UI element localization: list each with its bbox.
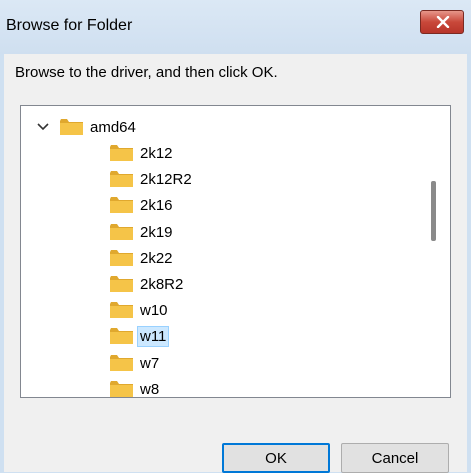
tree-node-w10[interactable]: w10	[109, 299, 170, 321]
tree-node-label: 2k19	[140, 223, 173, 241]
tree-node-w11[interactable]: w11	[109, 325, 170, 347]
tree-node-label: amd64	[90, 118, 136, 136]
chevron-down-icon[interactable]	[37, 123, 49, 131]
title-bar[interactable]: Browse for Folder	[0, 0, 471, 54]
folder-icon	[109, 275, 134, 293]
close-icon	[436, 16, 450, 28]
close-button[interactable]	[420, 10, 464, 34]
tree-node-label: w10	[140, 301, 168, 319]
folder-icon	[109, 196, 134, 214]
tree-node-amd64[interactable]: amd64	[37, 116, 138, 138]
vertical-scrollbar-thumb[interactable]	[431, 181, 436, 241]
tree-node-label: w8	[140, 380, 160, 398]
folder-icon	[109, 380, 134, 397]
folder-icon	[109, 354, 134, 372]
folder-icon	[109, 144, 134, 162]
tree-node-2k22[interactable]: 2k22	[109, 247, 175, 269]
tree-node-label: w11	[136, 325, 170, 347]
folder-icon	[109, 327, 134, 345]
tree-node-label: 2k12	[140, 144, 173, 162]
folder-icon	[109, 223, 134, 241]
tree-node-2k8r2[interactable]: 2k8R2	[109, 273, 185, 295]
browse-for-folder-dialog: Browse for Folder Browse to the driver, …	[0, 0, 471, 473]
folder-tree[interactable]: amd64 2k12 2k12R2 2k16 2k19 2k22 2k8R2 w10 w11 w…	[20, 105, 451, 398]
instruction-text: Browse to the driver, and then click OK.	[15, 64, 278, 81]
folder-icon	[109, 301, 134, 319]
tree-node-2k16[interactable]: 2k16	[109, 194, 175, 216]
dialog-client-area: Browse to the driver, and then click OK.…	[4, 54, 467, 473]
tree-node-2k19[interactable]: 2k19	[109, 221, 175, 243]
tree-node-w8[interactable]: w8	[109, 378, 161, 398]
tree-node-2k12r2[interactable]: 2k12R2	[109, 168, 194, 190]
ok-button[interactable]: OK	[222, 443, 330, 473]
window-title: Browse for Folder	[6, 17, 133, 34]
folder-icon	[109, 170, 134, 188]
tree-node-label: 2k8R2	[140, 275, 184, 293]
tree-node-label: 2k22	[140, 249, 173, 267]
tree-node-2k12[interactable]: 2k12	[109, 142, 175, 164]
cancel-button[interactable]: Cancel	[341, 443, 449, 473]
tree-node-w7[interactable]: w7	[109, 352, 161, 374]
tree-node-label: 2k16	[140, 196, 173, 214]
tree-node-label: 2k12R2	[140, 170, 192, 188]
tree-node-label: w7	[140, 354, 160, 372]
folder-icon	[109, 249, 134, 267]
folder-icon	[59, 118, 84, 136]
